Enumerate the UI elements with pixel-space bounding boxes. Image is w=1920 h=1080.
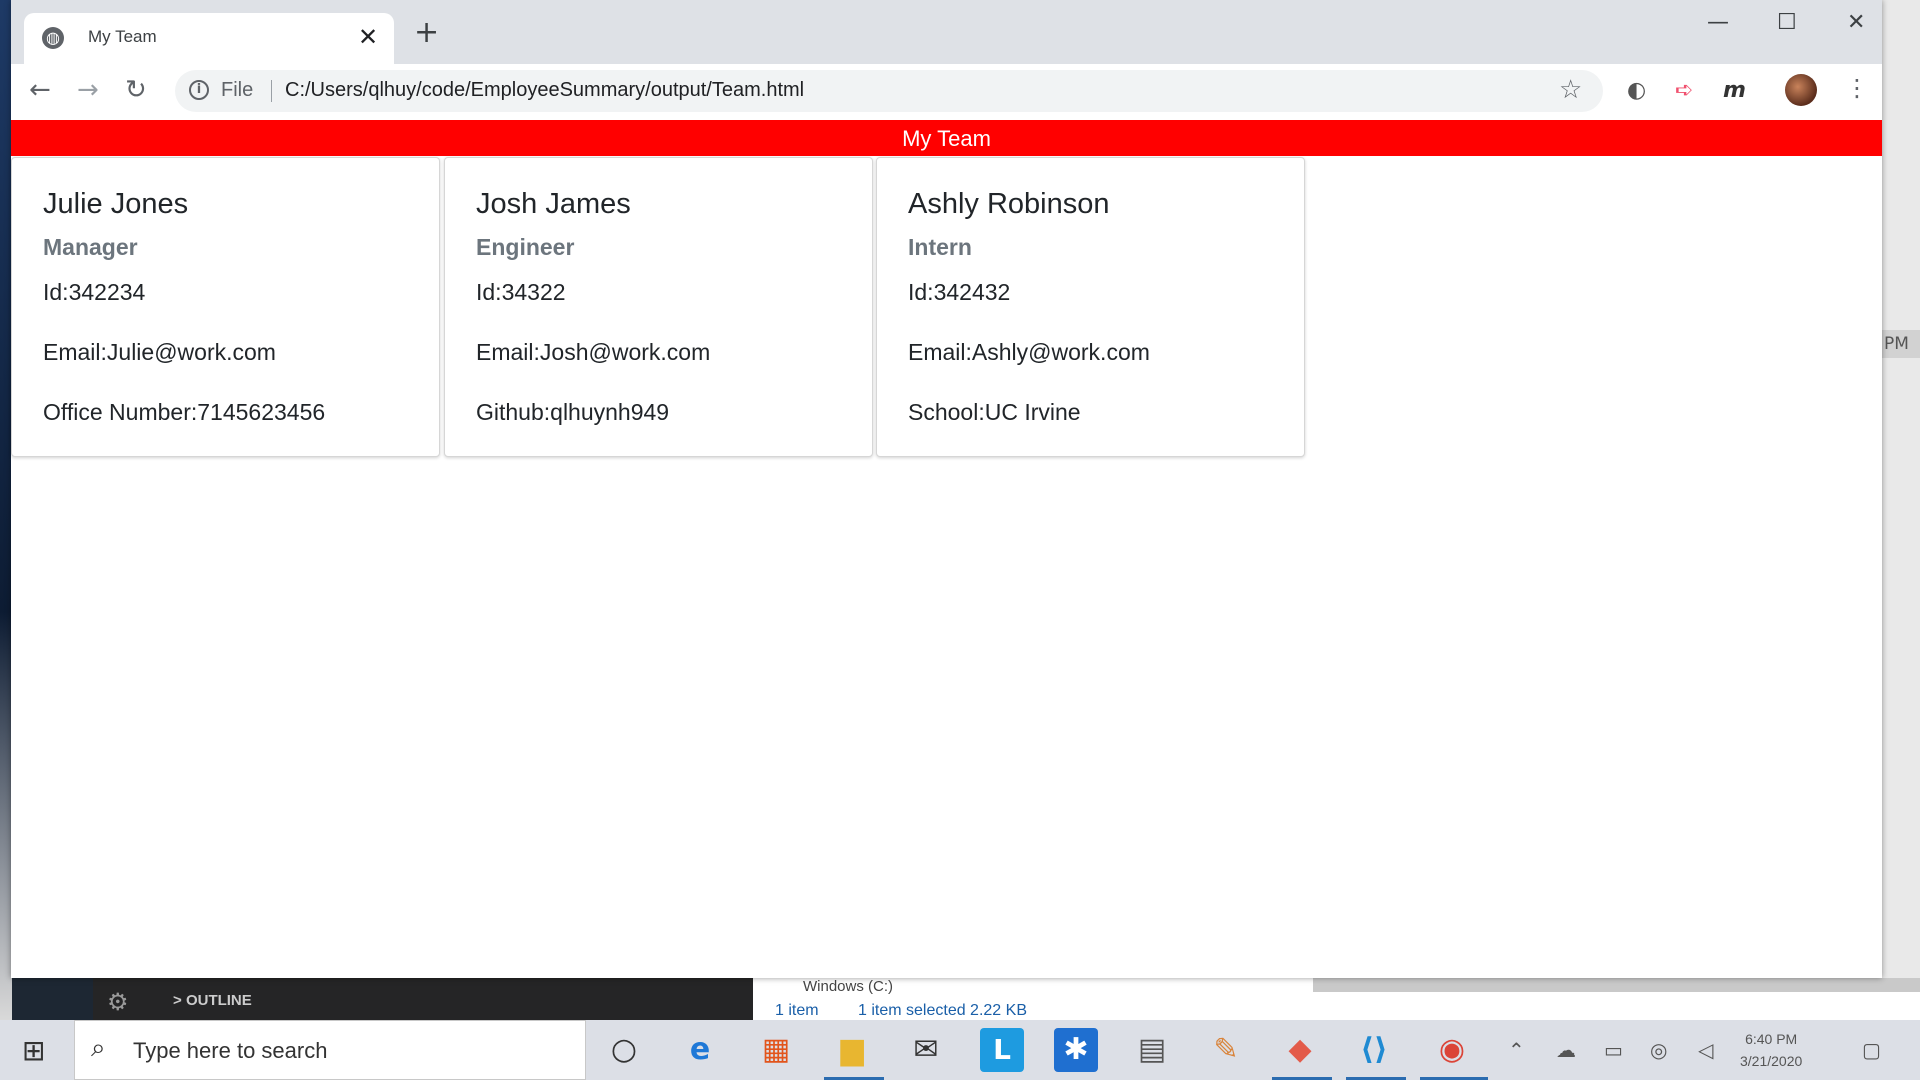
store-icon[interactable]: ▦ xyxy=(754,1028,798,1072)
employee-card: Josh James Engineer Id:34322 Email:Josh@… xyxy=(444,157,873,457)
clock-date: 3/21/2020 xyxy=(1740,1053,1803,1069)
employee-email: Email:Josh@work.com xyxy=(476,339,711,365)
outline-section[interactable]: > OUTLINE xyxy=(173,992,252,1009)
mail-icon[interactable]: ✉ xyxy=(904,1028,948,1072)
employee-extra: Github:qlhuynh949 xyxy=(476,399,670,425)
vscode-icon[interactable]: ⟨⟩ xyxy=(1352,1028,1396,1072)
explorer-item-count: 1 item xyxy=(775,1002,819,1019)
employee-id: Id:342234 xyxy=(43,279,146,305)
taskbar-search[interactable]: ⌕ Type here to search xyxy=(74,1020,586,1080)
tab-my-team[interactable]: ◍ My Team ✕ xyxy=(24,13,394,64)
browser-window: ◍ My Team ✕ + — ☐ ✕ ← → ↻ i File C:/User… xyxy=(11,0,1882,978)
page-content: My Team Julie Jones Manager Id:342234 Em… xyxy=(11,120,1882,978)
chrome-icon[interactable]: ◉ xyxy=(1430,1028,1474,1072)
tab-strip: ◍ My Team ✕ + — ☐ ✕ xyxy=(11,0,1882,64)
extension-arrow-icon[interactable]: ➪ xyxy=(1675,78,1693,104)
background-window-right: PM xyxy=(1882,0,1920,1020)
l-app-icon[interactable]: L xyxy=(980,1028,1024,1072)
maximize-button[interactable]: ☐ xyxy=(1777,10,1797,35)
minimize-button[interactable]: — xyxy=(1707,10,1729,35)
notifications-icon[interactable]: ▢ xyxy=(1862,1038,1881,1062)
taskbar: ⊞ ⌕ Type here to search ○ e ▦ ▆ ✉ L ✱ ▤ … xyxy=(0,1020,1920,1080)
info-icon[interactable]: i xyxy=(189,80,209,100)
employee-extra: Office Number:7145623456 xyxy=(43,399,326,425)
explorer-background-window: Windows (C:) 1 item 1 item selected 2.22… xyxy=(753,978,1920,1020)
battery-icon[interactable]: ▭ xyxy=(1604,1038,1623,1062)
extension-m-icon[interactable]: m xyxy=(1723,78,1746,104)
globe-icon: ◍ xyxy=(42,27,64,49)
close-window-button[interactable]: ✕ xyxy=(1847,10,1865,35)
volume-icon[interactable]: ◁ xyxy=(1698,1038,1713,1062)
employee-role: Manager xyxy=(43,234,138,260)
explorer-scroll-area xyxy=(1313,978,1920,992)
bookmark-star-icon[interactable]: ☆ xyxy=(1559,75,1582,105)
cortana-icon[interactable]: ○ xyxy=(602,1028,646,1072)
employee-card: Ashly Robinson Intern Id:342432 Email:As… xyxy=(876,157,1305,457)
browser-toolbar: ← → ↻ i File C:/Users/qlhuy/code/Employe… xyxy=(11,64,1882,120)
employee-name: Josh James xyxy=(476,188,631,220)
paint-icon[interactable]: ✎ xyxy=(1204,1028,1248,1072)
employee-name: Julie Jones xyxy=(43,188,189,220)
address-bar[interactable]: i File C:/Users/qlhuy/code/EmployeeSumma… xyxy=(175,70,1603,112)
new-tab-button[interactable]: + xyxy=(414,18,439,48)
extension-circle-icon[interactable]: ◐ xyxy=(1627,78,1646,104)
employee-role: Intern xyxy=(908,234,972,260)
system-clock[interactable]: 6:40 PM 3/21/2020 xyxy=(1740,1028,1802,1072)
menu-kebab-icon[interactable]: ⋮ xyxy=(1845,74,1869,102)
page-header: My Team xyxy=(11,120,1882,156)
explorer-drive-label: Windows (C:) xyxy=(803,978,894,995)
edge-icon[interactable]: e xyxy=(678,1028,722,1072)
slack-icon[interactable]: ✱ xyxy=(1054,1028,1098,1072)
url-text[interactable]: C:/Users/qlhuy/code/EmployeeSummary/outp… xyxy=(285,79,804,102)
close-tab-icon[interactable]: ✕ xyxy=(358,23,378,51)
back-button[interactable]: ← xyxy=(29,74,51,106)
employee-id: Id:342432 xyxy=(908,279,1011,305)
file-explorer-icon[interactable]: ▆ xyxy=(830,1028,874,1072)
background-pm-text: PM xyxy=(1882,330,1920,358)
search-icon: ⌕ xyxy=(91,1033,106,1063)
git-icon[interactable]: ◆ xyxy=(1278,1028,1322,1072)
reload-button[interactable]: ↻ xyxy=(125,74,147,106)
vscode-background-window: ⚙ > OUTLINE xyxy=(93,978,753,1020)
clock-time: 6:40 PM xyxy=(1745,1031,1798,1047)
network-icon[interactable]: ☁ xyxy=(1556,1038,1576,1062)
employee-card: Julie Jones Manager Id:342234 Email:Juli… xyxy=(11,157,440,457)
employee-email: Email:Julie@work.com xyxy=(43,339,276,365)
show-hidden-icons-icon[interactable]: ⌃ xyxy=(1508,1038,1525,1062)
file-scheme-label: File xyxy=(221,79,254,101)
monitor-app-icon[interactable]: ▤ xyxy=(1130,1028,1174,1072)
tab-title: My Team xyxy=(88,27,157,46)
employee-role: Engineer xyxy=(476,234,575,260)
explorer-selection-status: 1 item selected 2.22 KB xyxy=(858,1002,1027,1019)
employee-id: Id:34322 xyxy=(476,279,566,305)
gear-icon[interactable]: ⚙ xyxy=(107,988,129,1016)
start-windows-icon[interactable]: ⊞ xyxy=(22,1034,45,1067)
profile-avatar[interactable] xyxy=(1785,74,1817,106)
address-separator xyxy=(271,80,272,102)
forward-button[interactable]: → xyxy=(77,74,99,106)
employee-email: Email:Ashly@work.com xyxy=(908,339,1150,365)
language-globe-icon[interactable]: ◎ xyxy=(1650,1038,1667,1062)
search-placeholder: Type here to search xyxy=(133,1038,328,1063)
employee-extra: School:UC Irvine xyxy=(908,399,1081,425)
employee-name: Ashly Robinson xyxy=(908,188,1110,220)
